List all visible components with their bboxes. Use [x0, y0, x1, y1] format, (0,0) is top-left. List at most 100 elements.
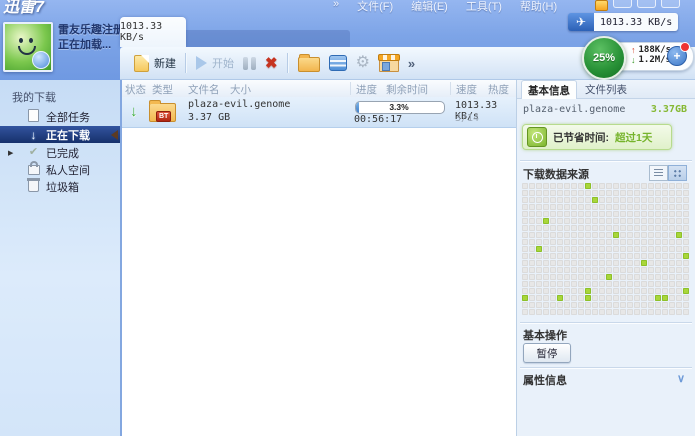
source-cell	[592, 183, 598, 189]
source-cell	[585, 295, 591, 301]
source-cell	[536, 246, 542, 252]
status-download-icon: ↓	[130, 103, 138, 120]
source-cell	[669, 232, 675, 238]
source-cell	[571, 197, 577, 203]
source-cell	[571, 281, 577, 287]
store-button[interactable]	[379, 54, 399, 72]
menu-tools[interactable]: 工具(T)	[466, 0, 502, 14]
list-view-button[interactable]	[649, 165, 668, 181]
thunder-bird-icon: ✈	[568, 13, 594, 31]
col-type[interactable]: 类型	[152, 82, 173, 97]
menu-file[interactable]: 文件(F)	[357, 0, 393, 14]
sidebar-item-trash[interactable]: 垃圾箱	[0, 178, 120, 195]
source-cell	[557, 295, 563, 301]
tab-basic-info[interactable]: 基本信息	[521, 80, 577, 99]
menu-edit[interactable]: 编辑(E)	[411, 0, 448, 14]
source-cell	[620, 253, 626, 259]
col-remaining[interactable]: 剩余时间	[386, 82, 428, 97]
menu-overflow-chevron[interactable]: »	[333, 0, 339, 14]
source-cell	[669, 288, 675, 294]
start-button[interactable]: 开始	[196, 55, 234, 71]
tab-file-list[interactable]: 文件列表	[579, 80, 633, 98]
source-cell	[620, 309, 626, 315]
source-cell	[564, 274, 570, 280]
settings-button[interactable]: ⚙	[356, 55, 370, 71]
source-cell	[543, 225, 549, 231]
table-row[interactable]: ↓ BT plaza-evil.genome 3.37 GB 3.3% 00:5…	[122, 97, 516, 128]
pause-toolbar-button[interactable]	[243, 57, 256, 70]
toolbar-more-button[interactable]: »	[408, 56, 415, 71]
source-cell	[585, 183, 591, 189]
delete-button[interactable]: ✖	[265, 54, 278, 72]
minimize-button[interactable]	[613, 0, 632, 8]
source-cell	[641, 246, 647, 252]
speed-tab[interactable]: 1013.33 KB/s	[120, 17, 186, 47]
pause-task-button[interactable]: 暂停	[523, 343, 571, 363]
col-filename[interactable]: 文件名	[188, 82, 220, 97]
source-cell	[641, 260, 647, 266]
storage-button[interactable]	[329, 55, 347, 71]
sidebar-item-completed[interactable]: ▶ ✔ 已完成	[0, 144, 120, 161]
user-avatar[interactable]	[3, 22, 53, 72]
source-cell	[655, 302, 661, 308]
source-cell	[599, 204, 605, 210]
skin-icon[interactable]	[595, 0, 608, 11]
source-cell	[529, 204, 535, 210]
sidebar-item-all-tasks[interactable]: 全部任务	[0, 108, 120, 125]
source-cell	[571, 302, 577, 308]
source-cell	[585, 302, 591, 308]
store-icon	[379, 57, 399, 72]
maximize-button[interactable]	[637, 0, 656, 8]
delete-x-icon: ✖	[265, 54, 278, 72]
source-cell	[585, 253, 591, 259]
col-status[interactable]: 状态	[125, 82, 146, 97]
grid-view-button[interactable]	[668, 165, 687, 181]
source-cell	[627, 288, 633, 294]
source-cell	[536, 225, 542, 231]
source-cell	[578, 260, 584, 266]
source-cell	[641, 190, 647, 196]
source-cell	[683, 239, 689, 245]
grid-view-icon	[673, 169, 682, 178]
source-cell	[543, 302, 549, 308]
col-speed[interactable]: 速度	[456, 82, 477, 97]
source-cell	[578, 232, 584, 238]
source-cell	[522, 218, 528, 224]
sidebar-item-downloading[interactable]: ↓ 正在下载	[0, 126, 120, 143]
source-cell	[655, 204, 661, 210]
col-size[interactable]: 大小	[230, 82, 251, 97]
menu-help[interactable]: 帮助(H)	[520, 0, 557, 14]
source-cell	[571, 211, 577, 217]
properties-title: 属性信息	[523, 372, 567, 388]
progress-circle[interactable]: 25%	[582, 36, 626, 80]
col-heat[interactable]: 热度	[488, 82, 509, 97]
source-cell	[578, 197, 584, 203]
new-task-button[interactable]: 新建	[134, 55, 176, 72]
source-cell	[592, 267, 598, 273]
source-cell	[641, 239, 647, 245]
source-cell	[641, 302, 647, 308]
source-cell	[592, 246, 598, 252]
source-cell	[648, 232, 654, 238]
source-cell	[599, 309, 605, 315]
column-divider	[350, 82, 351, 95]
source-cell	[676, 204, 682, 210]
source-cell	[662, 246, 668, 252]
source-cell	[557, 309, 563, 315]
basic-ops-title: 基本操作	[523, 327, 567, 343]
source-cell	[648, 190, 654, 196]
source-cell	[627, 183, 633, 189]
source-cell	[606, 302, 612, 308]
chevron-down-icon[interactable]: ∨	[677, 372, 685, 385]
source-cell	[662, 232, 668, 238]
expander-triangle-icon[interactable]: ▶	[8, 149, 13, 157]
source-cell	[683, 267, 689, 273]
close-button[interactable]	[661, 0, 680, 8]
open-folder-button[interactable]	[298, 54, 320, 72]
source-cell	[662, 218, 668, 224]
source-cell	[648, 211, 654, 217]
sidebar-item-private-space[interactable]: 私人空间	[0, 161, 120, 178]
source-cell	[550, 302, 556, 308]
source-cell	[634, 190, 640, 196]
col-progress[interactable]: 进度	[356, 82, 377, 97]
